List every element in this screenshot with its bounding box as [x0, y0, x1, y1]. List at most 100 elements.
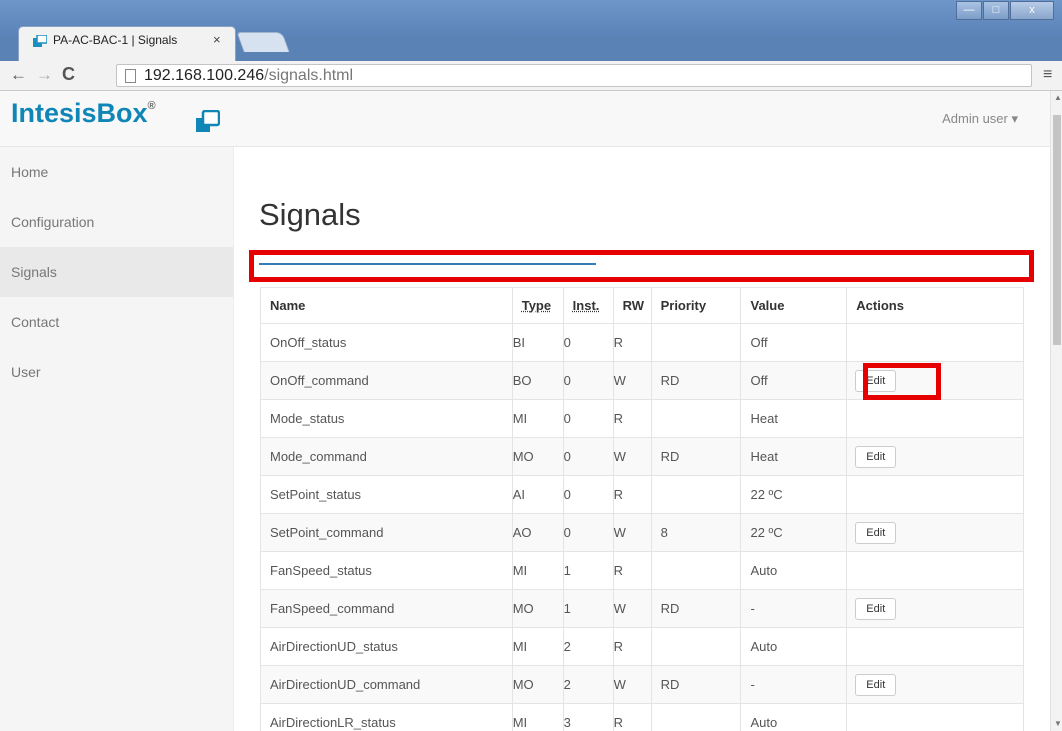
- browser-toolbar: ← → C 192.168.100.246/signals.html ≡: [0, 61, 1062, 91]
- table-row: SetPoint_status AI 0 R 22 ºC: [260, 475, 1024, 514]
- cell-rw: W: [612, 665, 652, 704]
- edit-button[interactable]: Edit: [855, 521, 897, 544]
- minimize-button[interactable]: —: [956, 1, 982, 20]
- cell-value: Off: [740, 323, 848, 362]
- sidebar-item-signals[interactable]: Signals: [0, 247, 234, 297]
- browser-menu-icon[interactable]: ≡: [1043, 66, 1052, 84]
- cell-rw: W: [612, 437, 652, 476]
- cell-value: Auto: [740, 551, 848, 590]
- cell-type: MO: [511, 589, 564, 628]
- window-controls: — □ x: [955, 1, 1054, 20]
- cell-actions: [846, 323, 1024, 362]
- forward-arrow-icon[interactable]: →: [36, 65, 53, 85]
- cell-inst: 0: [562, 361, 614, 400]
- web-page: IntesisBox® Admin user ▾ Home Configurat…: [0, 91, 1050, 731]
- cell-value: Heat: [740, 399, 848, 438]
- edit-button[interactable]: Edit: [855, 673, 897, 696]
- header-value: Value: [740, 287, 848, 324]
- url-text: 192.168.100.246/signals.html: [144, 67, 354, 84]
- cell-name: FanSpeed_status: [260, 551, 513, 590]
- tab-close-icon[interactable]: ×: [213, 32, 221, 47]
- cell-rw: W: [612, 589, 652, 628]
- reload-icon[interactable]: C: [62, 64, 75, 85]
- cell-rw: R: [612, 703, 652, 731]
- tab-title: PA-AC-BAC-1 | Signals: [53, 33, 178, 47]
- cell-priority: 8: [650, 513, 742, 552]
- address-bar[interactable]: 192.168.100.246/signals.html: [116, 64, 1032, 87]
- browser-titlebar: PA-AC-BAC-1 | Signals × — □ x: [0, 0, 1062, 61]
- cell-inst: 0: [562, 437, 614, 476]
- close-window-button[interactable]: x: [1010, 1, 1054, 20]
- table-row: OnOff_status BI 0 R Off: [260, 323, 1024, 362]
- intesisbox-logo-icon: [196, 110, 220, 132]
- cell-actions: [846, 475, 1024, 514]
- cell-name: AirDirectionUD_status: [260, 627, 513, 666]
- cell-type: MI: [511, 627, 564, 666]
- cell-priority: RD: [650, 665, 742, 704]
- scroll-down-arrow-icon[interactable]: ▼: [1054, 719, 1062, 728]
- sidebar-item-configuration[interactable]: Configuration: [0, 197, 234, 247]
- cell-rw: R: [612, 475, 652, 514]
- cell-priority: [650, 323, 742, 362]
- cell-priority: [650, 399, 742, 438]
- cell-type: AI: [511, 475, 564, 514]
- header-inst: Inst.: [562, 287, 614, 324]
- cell-priority: RD: [650, 361, 742, 400]
- header-type: Type: [511, 287, 564, 324]
- cell-name: SetPoint_command: [260, 513, 513, 552]
- cell-value: -: [740, 589, 848, 628]
- edit-button[interactable]: Edit: [855, 597, 897, 620]
- cell-name: AirDirectionLR_status: [260, 703, 513, 731]
- cell-priority: [650, 551, 742, 590]
- table-row: AirDirectionUD_status MI 2 R Auto: [260, 627, 1024, 666]
- page-scrollbar[interactable]: ▲ ▼: [1050, 91, 1062, 731]
- table-row: FanSpeed_status MI 1 R Auto: [260, 551, 1024, 590]
- table-row: SetPoint_command AO 0 W 8 22 ºC Edit: [260, 513, 1024, 552]
- cell-rw: R: [612, 627, 652, 666]
- scroll-up-arrow-icon[interactable]: ▲: [1054, 93, 1062, 102]
- sidebar: Home Configuration Signals Contact User: [0, 147, 234, 731]
- cell-rw: W: [612, 361, 652, 400]
- cell-rw: R: [612, 399, 652, 438]
- browser-tab[interactable]: PA-AC-BAC-1 | Signals ×: [18, 26, 236, 61]
- cell-inst: 1: [562, 551, 614, 590]
- cell-value: 22 ºC: [740, 475, 848, 514]
- maximize-button[interactable]: □: [983, 1, 1009, 20]
- cell-actions: [846, 703, 1024, 731]
- brand-logo-text[interactable]: IntesisBox®: [11, 98, 156, 129]
- header-rw: RW: [612, 287, 652, 324]
- highlight-box-edit: [863, 363, 941, 400]
- header-name: Name: [260, 287, 513, 324]
- cell-type: MI: [511, 399, 564, 438]
- cell-value: 22 ºC: [740, 513, 848, 552]
- scroll-thumb[interactable]: [1053, 115, 1061, 345]
- cell-type: MI: [511, 703, 564, 731]
- cell-name: AirDirectionUD_command: [260, 665, 513, 704]
- sidebar-item-contact[interactable]: Contact: [0, 297, 234, 347]
- page-icon: [125, 69, 136, 83]
- cell-actions: Edit: [846, 513, 1024, 552]
- table-header-row: Name Type Inst. RW Priority Value Action…: [260, 287, 1024, 324]
- back-arrow-icon[interactable]: ←: [10, 65, 27, 85]
- intesisbox-favicon-icon: [33, 35, 47, 47]
- cell-rw: W: [612, 513, 652, 552]
- new-tab-button[interactable]: [236, 32, 290, 52]
- edit-button[interactable]: Edit: [855, 445, 897, 468]
- top-navbar: IntesisBox® Admin user ▾: [0, 91, 1050, 147]
- cell-inst: 0: [562, 399, 614, 438]
- cell-value: Auto: [740, 627, 848, 666]
- table-row: Mode_status MI 0 R Heat: [260, 399, 1024, 438]
- cell-actions: [846, 399, 1024, 438]
- highlight-box-progress: [249, 250, 1034, 282]
- cell-actions: [846, 551, 1024, 590]
- table-row: AirDirectionUD_command MO 2 W RD - Edit: [260, 665, 1024, 704]
- page-title: Signals: [259, 197, 361, 232]
- admin-user-dropdown[interactable]: Admin user ▾: [942, 111, 1018, 127]
- cell-type: BI: [511, 323, 564, 362]
- signals-table: Name Type Inst. RW Priority Value Action…: [260, 287, 1024, 731]
- cell-name: SetPoint_status: [260, 475, 513, 514]
- sidebar-item-user[interactable]: User: [0, 347, 234, 397]
- cell-priority: [650, 475, 742, 514]
- cell-name: OnOff_command: [260, 361, 513, 400]
- sidebar-item-home[interactable]: Home: [0, 147, 234, 197]
